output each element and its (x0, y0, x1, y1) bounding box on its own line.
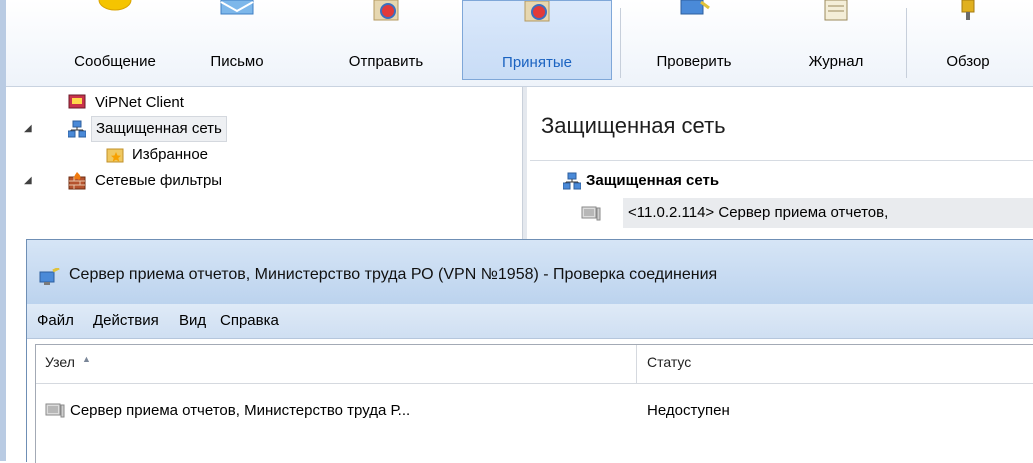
send-folder-icon (373, 0, 399, 21)
received-button[interactable]: Принятые (462, 0, 612, 80)
expanded-arrow-icon[interactable]: ◢ (24, 168, 38, 194)
check-button[interactable]: Проверить (634, 0, 754, 82)
received-button-label: Принятые (502, 54, 572, 71)
pane-splitter[interactable] (522, 87, 527, 241)
letter-button-label: Письмо (210, 53, 264, 70)
tree-item-label: Сетевые фильтры (95, 172, 223, 189)
computer-icon (45, 403, 65, 418)
vipnet-client-icon (68, 94, 86, 109)
tree-item-secure-network[interactable]: ◢ Защищенная сеть (22, 116, 422, 142)
main-toolbar: Сообщение Письмо Отправить Принятые Пров… (6, 0, 1033, 87)
menu-actions[interactable]: Действия (93, 312, 159, 329)
list-header: Узел ▲ Статус (36, 345, 1033, 384)
tree-item-label: Избранное (132, 146, 209, 163)
tree-item-label: ViPNet Client (95, 94, 184, 111)
toolbar-separator (906, 8, 907, 78)
send-button-label: Отправить (348, 53, 424, 70)
browse-button[interactable]: Обзор (918, 0, 1018, 82)
divider (530, 160, 1033, 161)
send-button[interactable]: Отправить (316, 0, 456, 82)
column-header-node[interactable]: Узел (45, 354, 75, 370)
tree-item-favorites[interactable]: Избранное (22, 142, 422, 168)
column-header-status[interactable]: Статус (647, 354, 691, 370)
chat-bubble-icon (98, 0, 132, 11)
group-header[interactable]: Защищенная сеть (563, 169, 1033, 193)
check-connection-icon (680, 0, 710, 15)
tree-item-vipnet-client[interactable]: ViPNet Client (22, 90, 422, 116)
received-folder-icon (524, 1, 550, 22)
network-node-label: <11.0.2.114> Сервер приема отчетов, (623, 198, 1033, 228)
nodes-list: Узел ▲ Статус Сервер приема отчетов, Мин… (35, 344, 1033, 463)
navigation-tree: ViPNet Client ◢ Защищенная сеть Избранно… (22, 88, 522, 238)
letter-button[interactable]: Письмо (192, 0, 282, 82)
column-separator[interactable] (636, 345, 637, 383)
table-row[interactable]: Сервер приема отчетов, Министерство труд… (36, 397, 1033, 425)
tree-item-network-filters[interactable]: ◢ Сетевые фильтры (22, 168, 422, 194)
window-title: Сервер приема отчетов, Министерство труд… (69, 266, 718, 283)
favorites-folder-icon (106, 148, 124, 163)
firewall-icon (68, 172, 86, 190)
toolbar-separator (620, 8, 621, 78)
computer-icon (581, 206, 601, 221)
journal-icon (824, 0, 848, 21)
envelope-icon (220, 0, 254, 15)
right-pane-title: Защищенная сеть (541, 113, 726, 138)
window-titlebar[interactable]: Сервер приема отчетов, Министерство труд… (27, 240, 1033, 304)
status-cell: Недоступен (647, 402, 730, 419)
node-name-cell: Сервер приема отчетов, Министерство труд… (70, 402, 411, 419)
check-connection-window: Сервер приема отчетов, Министерство труд… (26, 239, 1033, 463)
sort-ascending-icon: ▲ (82, 354, 91, 364)
browse-button-label: Обзор (946, 53, 990, 70)
check-button-label: Проверить (656, 53, 732, 70)
expanded-arrow-icon[interactable]: ◢ (24, 116, 38, 142)
group-header-label: Защищенная сеть (586, 172, 720, 189)
browse-network-icon (961, 0, 975, 20)
network-icon (68, 120, 86, 138)
tree-item-label: Защищенная сеть (91, 116, 227, 142)
menu-bar: Файл Действия Вид Справка (27, 304, 1033, 339)
network-icon (563, 172, 581, 190)
check-connection-icon (39, 268, 60, 285)
menu-file[interactable]: Файл (37, 312, 74, 329)
menu-help[interactable]: Справка (220, 312, 279, 329)
journal-button-label: Журнал (808, 53, 864, 70)
message-button[interactable]: Сообщение (50, 0, 180, 82)
message-button-label: Сообщение (74, 53, 156, 70)
menu-view[interactable]: Вид (179, 312, 206, 329)
network-node-row[interactable]: <11.0.2.114> Сервер приема отчетов, (581, 198, 1033, 228)
journal-button[interactable]: Журнал (786, 0, 886, 82)
